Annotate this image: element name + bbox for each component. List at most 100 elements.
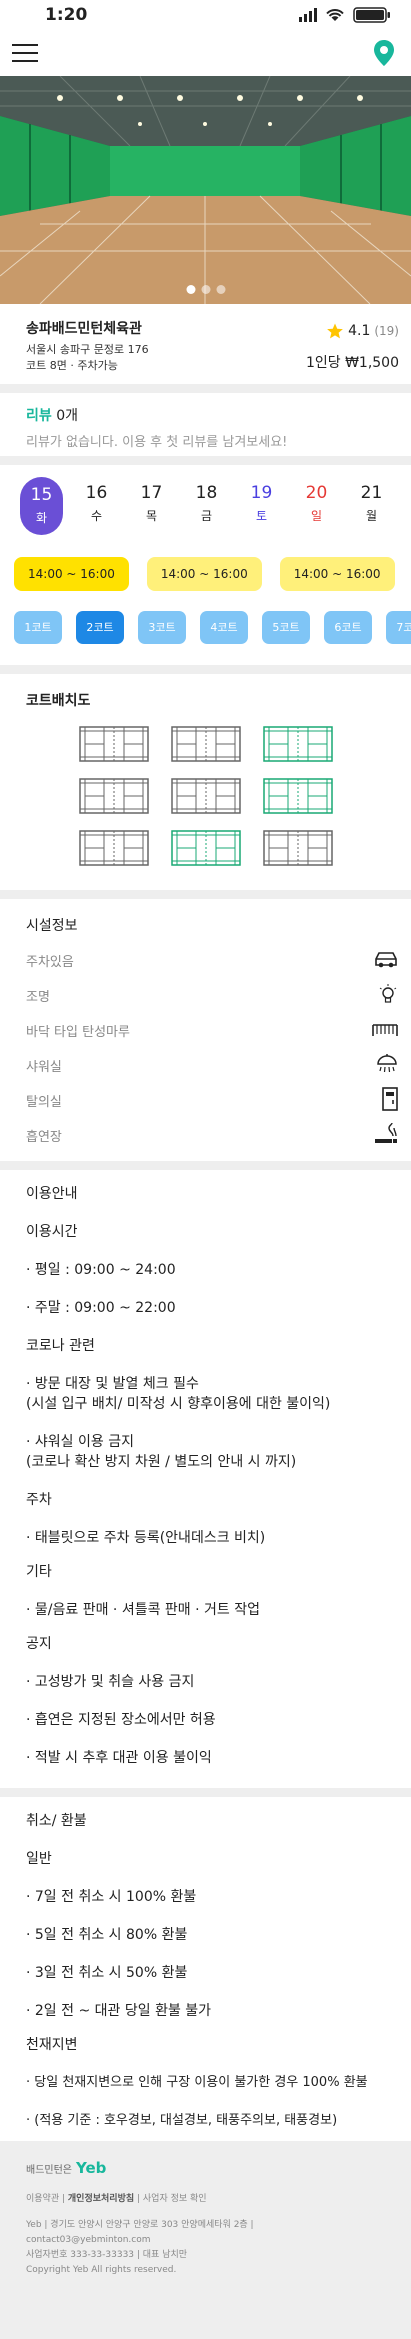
date-weekday: 금: [200, 509, 213, 523]
court-diagram[interactable]: [262, 830, 333, 870]
weekday-hours: · 평일 : 09:00 ~ 24:00: [26, 1262, 176, 1278]
notice-title: 공지: [26, 1636, 52, 1652]
privacy-link[interactable]: 개인정보처리방침: [68, 2194, 134, 2204]
location-pin-icon[interactable]: [373, 39, 395, 67]
time-slot[interactable]: 14:00 ~ 16:00: [279, 557, 395, 591]
court-button[interactable]: 1코트: [14, 611, 62, 644]
venue-name: 송파배드민턴체육관: [26, 321, 142, 337]
refund-general-title: 일반: [26, 1851, 52, 1867]
facility-item: 바닥 타입 탄성마루: [0, 1013, 411, 1048]
wifi-icon: [326, 9, 344, 21]
court-button[interactable]: 2코트: [76, 611, 124, 644]
divider: [0, 1161, 411, 1170]
date-selector: 15 화 16 수 17 목 18 금 19 토 20 일 21 월: [0, 465, 411, 545]
parking-rule: · 태블릿으로 주차 등록(안내데스크 비치): [26, 1530, 266, 1546]
date-weekday: 수: [90, 509, 103, 523]
facility-label: 흡연장: [26, 1130, 62, 1145]
time-slot[interactable]: 14:00 ~ 16:00: [14, 557, 129, 591]
rating: 4.1 (19): [306, 322, 399, 340]
date-20[interactable]: 20 일: [289, 483, 344, 545]
court-diagram[interactable]: [170, 778, 241, 818]
time-slot[interactable]: 14:00 ~ 16:00: [146, 557, 262, 591]
facility-item: 흡연장: [0, 1118, 411, 1153]
covid-rule: · 방문 대장 및 발열 체크 필수: [26, 1376, 199, 1392]
shower-icon: [375, 1053, 399, 1079]
facility-label: 바닥 타입 탄성마루: [26, 1025, 130, 1040]
date-16[interactable]: 16 수: [69, 483, 124, 545]
review-empty-text: 리뷰가 없습니다. 이용 후 첫 리뷰를 남겨보세요!: [26, 435, 288, 450]
date-number: 18: [195, 483, 218, 503]
status-bar: 1:20: [0, 0, 411, 30]
status-icons: [299, 7, 391, 23]
facility-item: 탈의실: [0, 1083, 411, 1118]
notice-item: · 흡연은 지정된 장소에서만 허용: [26, 1712, 216, 1728]
court-button[interactable]: 4코트: [200, 611, 248, 644]
etc-title: 기타: [26, 1564, 52, 1580]
court-diagram[interactable]: [78, 830, 149, 870]
divider: [0, 665, 411, 674]
refund-rule: · 5일 전 취소 시 80% 환불: [26, 1927, 188, 1943]
gym-photo: [0, 76, 411, 304]
status-time: 1:20: [45, 5, 88, 25]
court-diagram[interactable]: [170, 726, 241, 766]
refund-title: 취소/ 환불: [26, 1813, 87, 1829]
date-18[interactable]: 18 금: [179, 483, 234, 545]
weekend-hours: · 주말 : 09:00 ~ 22:00: [26, 1300, 176, 1316]
date-19[interactable]: 19 토: [234, 483, 289, 545]
brand-logo: Yeb: [76, 2159, 107, 2177]
company-email: contact03@yebminton.com: [26, 2235, 151, 2245]
covid-rule: · 샤워실 이용 금지: [26, 1434, 134, 1450]
date-weekday: 토: [255, 509, 268, 523]
carousel-dot[interactable]: [216, 285, 225, 294]
date-number: 17: [140, 483, 163, 503]
court-button[interactable]: 7코트: [386, 611, 411, 644]
rating-value: 4.1: [348, 323, 371, 339]
terms-link[interactable]: 이용약관: [26, 2194, 59, 2204]
court-diagram-available[interactable]: [262, 726, 333, 766]
carousel-dot[interactable]: [201, 285, 210, 294]
locker-icon: [381, 1086, 399, 1115]
court-list: 1코트 2코트 3코트 4코트 5코트 6코트 7코트: [0, 607, 411, 665]
review-label: 리뷰: [26, 408, 52, 424]
bulb-icon: [377, 983, 399, 1009]
covid-title: 코로나 관련: [26, 1338, 95, 1354]
court-diagram-available[interactable]: [170, 830, 241, 870]
court-diagram[interactable]: [78, 778, 149, 818]
date-number: 21: [360, 483, 383, 503]
date-number: 16: [85, 483, 108, 503]
carousel-dot[interactable]: [186, 285, 195, 294]
business-info-link[interactable]: 사업자 정보 확인: [143, 2194, 207, 2204]
date-21[interactable]: 21 월: [344, 483, 399, 545]
venue-photo-carousel[interactable]: [0, 76, 411, 304]
date-15[interactable]: 15 화: [20, 477, 63, 535]
court-button[interactable]: 5코트: [262, 611, 310, 644]
date-17[interactable]: 17 목: [124, 483, 179, 545]
review-section: 리뷰 0개 리뷰가 없습니다. 이용 후 첫 리뷰를 남겨보세요!: [0, 393, 411, 456]
court-diagram[interactable]: [78, 726, 149, 766]
court-diagram-available[interactable]: [262, 778, 333, 818]
date-weekday: 화: [35, 511, 48, 525]
star-icon: [327, 323, 343, 339]
etc-items: · 물/음료 판매 · 셔틀콕 판매 · 거트 작업: [26, 1602, 260, 1618]
refund-rule: · 7일 전 취소 시 100% 환불: [26, 1889, 197, 1905]
divider: [0, 456, 411, 465]
disaster-rule: · 당일 천재지변으로 인해 구장 이용이 불가한 경우 100% 환불: [26, 2075, 368, 2090]
business-number: 사업자번호 333-33-33333 | 대표 남치만: [26, 2250, 188, 2260]
venue-details: 코트 8면 · 주차가능: [26, 359, 118, 372]
court-button[interactable]: 3코트: [138, 611, 186, 644]
covid-rule-note: (코로나 확산 방지 차원 / 별도의 안내 시 까지): [26, 1454, 297, 1470]
top-nav: [0, 30, 411, 76]
menu-icon[interactable]: [12, 44, 38, 62]
date-weekday: 목: [145, 509, 158, 523]
facility-item: 주차있음: [0, 943, 411, 978]
usage-title: 이용안내: [26, 1186, 78, 1202]
review-count: 0개: [56, 408, 79, 424]
date-weekday: 월: [365, 509, 378, 523]
facilities-title: 시설정보: [26, 918, 78, 934]
facility-item: 샤워실: [0, 1048, 411, 1083]
facility-label: 샤워실: [26, 1060, 62, 1075]
court-button[interactable]: 6코트: [324, 611, 372, 644]
date-weekday: 일: [310, 509, 323, 523]
copyright: Copyright Yeb All rights reserved.: [26, 2265, 177, 2275]
notice-item: · 적발 시 추후 대관 이용 불이익: [26, 1750, 212, 1766]
